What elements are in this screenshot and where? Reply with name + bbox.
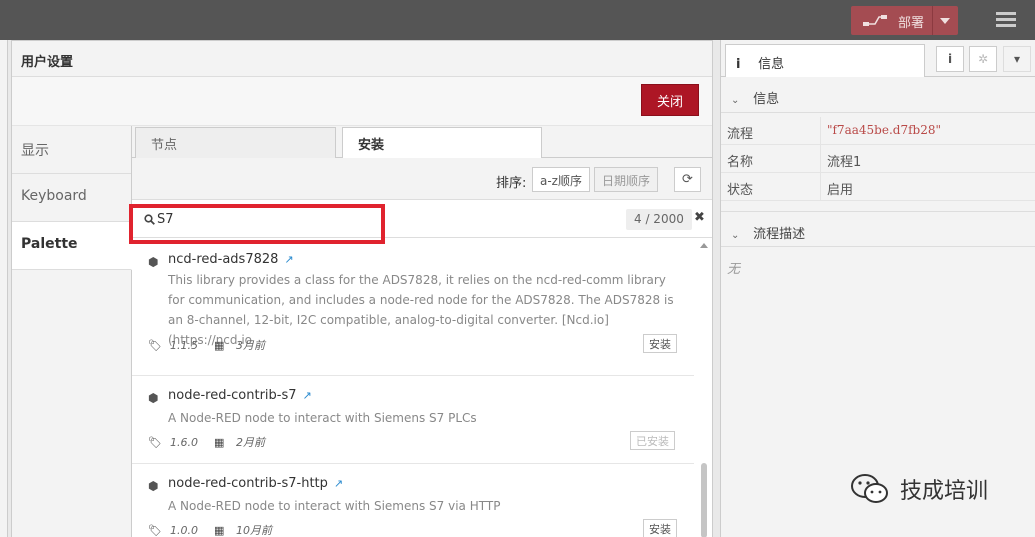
side-tab-palette[interactable]: Palette <box>12 222 132 270</box>
table-row: 流程 "f7aa45be.d7fb28" <box>721 117 1035 145</box>
refresh-icon[interactable]: ⟳ <box>674 167 701 192</box>
sort-label: 排序: <box>496 176 527 191</box>
tab-install[interactable]: 安装 <box>342 127 542 159</box>
deploy-divider <box>932 6 933 35</box>
chevron-down-icon[interactable]: ▾ <box>1003 46 1031 72</box>
table-row: 名称 流程1 <box>721 145 1035 173</box>
palette-strip <box>0 40 8 537</box>
calendar-icon: ▦ <box>214 338 225 352</box>
panel-tabs: 节点 安装 <box>132 126 712 159</box>
sort-date-button[interactable]: 日期顺序 <box>594 167 659 192</box>
package-name: node-red-contrib-s7-http <box>168 476 328 491</box>
list-item: ⬢ node-red-contrib-s7-http ↗ A Node-RED n… <box>132 464 694 537</box>
sort-row: 排序: a-z顺序 日期顺序 ⟳ <box>132 158 712 200</box>
package-description: A Node-RED node to interact with Siemens… <box>168 499 501 513</box>
package-icon: ⬢ <box>148 479 159 493</box>
package-icon: ⬢ <box>148 255 159 269</box>
palette-panel: 节点 安装 排序: a-z顺序 日期顺序 ⟳ 4 / 2000 ✖ ⬢ ncd-… <box>129 126 712 537</box>
chevron-down-icon: ⌄ <box>731 95 740 106</box>
list-item: ⬢ node-red-contrib-s7 ↗ A Node-RED node t… <box>132 376 694 464</box>
info-sidebar: i 信息 i ✲ ▾ ⌄ 信息 流程 "f7aa45be.d7fb28" 名称 … <box>720 40 1035 537</box>
side-tab-keyboard[interactable]: Keyboard <box>12 174 131 222</box>
dialog-title: 用户设置 <box>12 41 712 77</box>
tab-info[interactable]: i 信息 <box>725 44 925 77</box>
package-name: node-red-contrib-s7 <box>168 388 297 403</box>
package-date: 2月前 <box>236 436 265 449</box>
calendar-icon: ▦ <box>214 523 225 537</box>
install-button[interactable]: 安装 <box>643 519 677 537</box>
chevron-down-icon[interactable] <box>940 18 950 24</box>
watermark-text: 技成培训 <box>900 479 989 504</box>
dialog-toolbar <box>12 77 712 126</box>
search-row: 4 / 2000 ✖ <box>129 200 712 244</box>
package-date: 10月前 <box>236 524 272 537</box>
package-description: A Node-RED node to interact with Siemens… <box>168 411 477 425</box>
user-settings-dialog: 用户设置 关闭 显示 Keyboard Palette 节点 安装 排序: a-… <box>11 40 713 537</box>
scroll-thumb[interactable] <box>701 463 707 537</box>
package-date: 3月前 <box>236 339 265 352</box>
side-tab-display[interactable]: 显示 <box>12 126 131 174</box>
package-version: 1.1.5 <box>170 338 198 352</box>
menu-icon[interactable] <box>996 12 1016 28</box>
external-link-icon[interactable]: ↗ <box>334 477 343 490</box>
external-link-icon[interactable]: ↗ <box>284 253 293 266</box>
section-desc-title: 流程描述 <box>753 227 806 242</box>
wechat-watermark: 技成培训 <box>850 472 988 506</box>
info-table: 流程 "f7aa45be.d7fb28" 名称 流程1 状态 启用 <box>721 117 1035 201</box>
sort-az-button[interactable]: a-z顺序 <box>532 167 590 192</box>
tag-icon: 🏷 <box>148 523 162 537</box>
tab-nodes[interactable]: 节点 <box>135 127 336 158</box>
tag-icon: 🏷 <box>148 435 162 449</box>
bug-icon[interactable]: ✲ <box>969 46 997 72</box>
result-count-badge: 4 / 2000 <box>626 209 692 230</box>
wechat-icon <box>851 474 888 503</box>
deploy-button[interactable]: 部署 <box>851 6 958 35</box>
deploy-label: 部署 <box>898 16 925 31</box>
chevron-down-icon: ⌄ <box>731 230 740 241</box>
section-info-title: 信息 <box>753 92 780 107</box>
installed-button: 已安装 <box>630 431 675 450</box>
list-item: ⬢ ncd-red-ads7828 ↗ This library provides… <box>132 238 694 376</box>
package-icon: ⬢ <box>148 391 159 405</box>
flow-icon <box>863 15 887 26</box>
info-icon: i <box>736 57 741 72</box>
package-version: 1.0.0 <box>170 523 198 537</box>
close-icon[interactable]: ✖ <box>694 210 705 225</box>
info-icon[interactable]: i <box>936 46 964 72</box>
sidebar-tabbar: i 信息 i ✲ ▾ <box>721 40 1035 77</box>
list-scrollbar[interactable] <box>700 243 708 537</box>
calendar-icon: ▦ <box>214 435 225 449</box>
package-list: ⬢ ncd-red-ads7828 ↗ This library provides… <box>132 238 694 537</box>
table-row: 状态 启用 <box>721 173 1035 201</box>
scroll-up-icon[interactable] <box>700 243 708 248</box>
package-version: 1.6.0 <box>170 435 198 449</box>
package-name: ncd-red-ads7828 <box>168 252 279 267</box>
top-header: 部署 <box>0 0 1035 40</box>
section-info-header[interactable]: ⌄ 信息 <box>721 77 1035 113</box>
external-link-icon[interactable]: ↗ <box>303 389 312 402</box>
tab-info-label: 信息 <box>758 57 785 72</box>
close-button[interactable]: 关闭 <box>641 84 699 116</box>
section-desc-header[interactable]: ⌄ 流程描述 <box>721 211 1035 247</box>
settings-side-tabs: 显示 Keyboard Palette <box>12 126 132 537</box>
install-button[interactable]: 安装 <box>643 334 677 353</box>
tag-icon: 🏷 <box>148 338 162 352</box>
